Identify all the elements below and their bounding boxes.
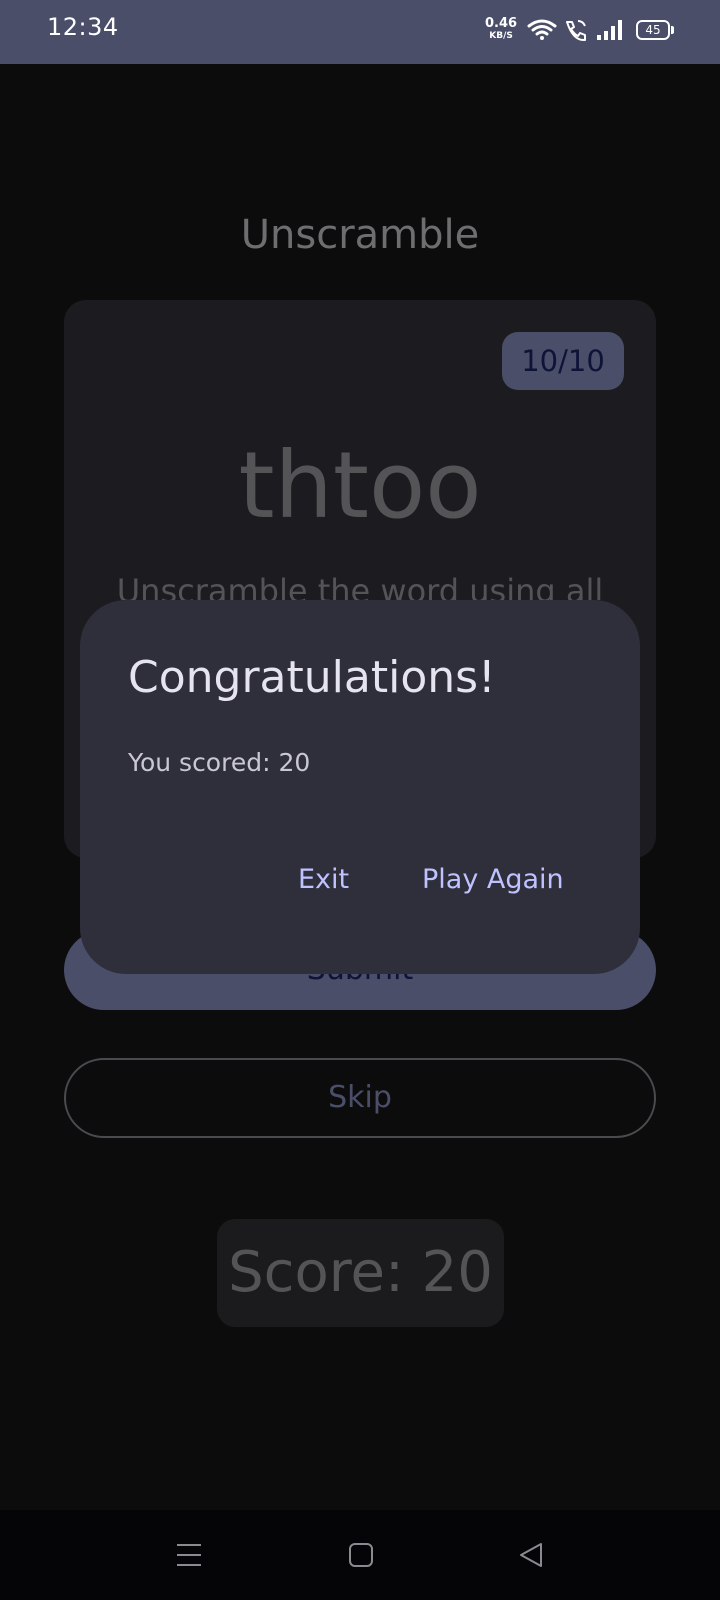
- instructions-text: Unscramble the word using all: [116, 572, 604, 600]
- wifi-call-icon: [563, 18, 589, 46]
- network-speed-value: 0.46: [485, 16, 518, 31]
- score-display: Score: 20: [217, 1219, 504, 1327]
- app-title: Unscramble: [240, 212, 480, 258]
- battery-icon: 45: [636, 20, 670, 40]
- dialog-message: You scored: 20: [128, 748, 311, 777]
- back-icon[interactable]: [518, 1541, 544, 1573]
- exit-button[interactable]: Exit: [298, 860, 349, 900]
- status-time: 12:34: [47, 13, 119, 41]
- menu-icon[interactable]: [176, 1542, 202, 1572]
- play-again-button[interactable]: Play Again: [422, 860, 564, 900]
- battery-tip: [671, 26, 674, 34]
- scrambled-word: thtoo: [238, 432, 482, 539]
- wifi-icon: [527, 18, 557, 46]
- network-speed: 0.46 KB/S: [485, 16, 518, 42]
- network-speed-unit: KB/S: [489, 31, 513, 41]
- signal-icon: [596, 19, 624, 45]
- home-icon[interactable]: [348, 1542, 374, 1572]
- dialog-title: Congratulations!: [128, 652, 496, 703]
- word-counter-badge: 10/10: [502, 332, 624, 390]
- skip-button[interactable]: Skip: [64, 1058, 656, 1138]
